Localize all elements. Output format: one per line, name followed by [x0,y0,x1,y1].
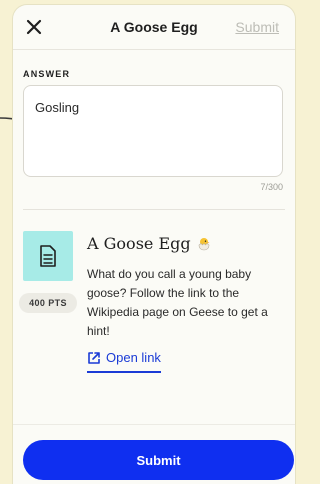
open-link-label: Open link [106,350,161,365]
open-link[interactable]: Open link [87,347,161,373]
submit-button[interactable]: Submit [23,440,294,480]
answer-input[interactable]: Gosling [23,85,283,177]
question-title: A Goose Egg [87,234,211,253]
question-title-text: A Goose Egg [87,234,191,253]
question-description: What do you call a young baby goose? Fol… [87,267,268,338]
points-badge: 400 PTS [19,293,77,313]
question-card: A Goose Egg Submit ANSWER Gosling 7/300 … [13,5,295,484]
hatching-chick-icon [198,237,210,250]
question-tile [23,231,73,281]
divider [23,209,285,210]
header: A Goose Egg Submit [13,5,295,50]
footer-divider [13,424,295,425]
external-link-icon [88,351,100,364]
document-icon [40,245,56,267]
answer-value: Gosling [35,100,80,115]
answer-label: ANSWER [23,69,71,79]
header-submit-button[interactable]: Submit [235,19,279,35]
page-title: A Goose Egg [110,19,198,35]
char-count: 7/300 [260,182,283,192]
close-icon[interactable] [25,18,43,36]
